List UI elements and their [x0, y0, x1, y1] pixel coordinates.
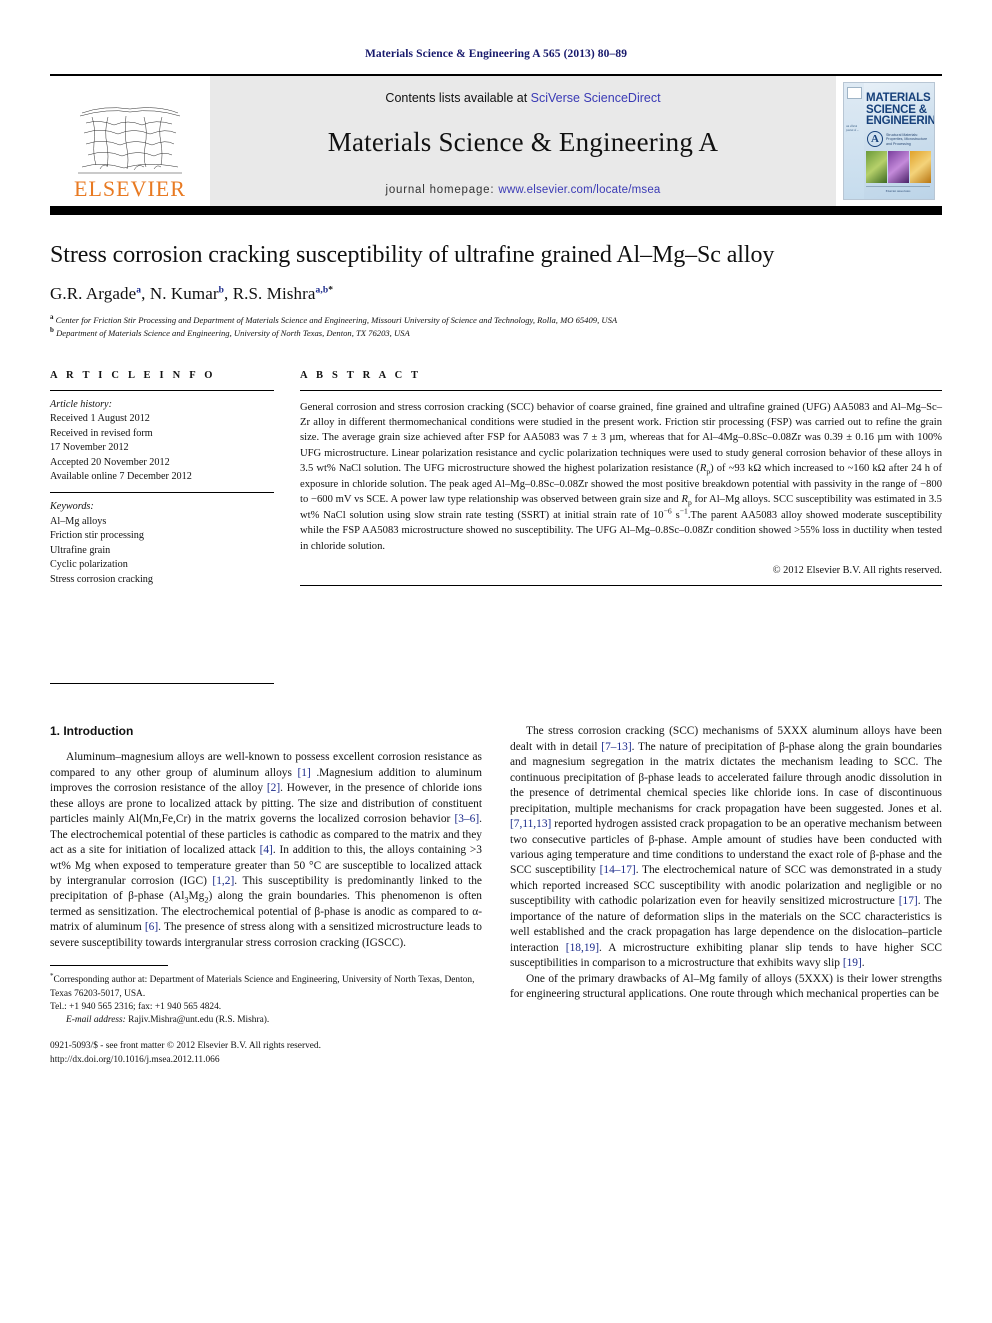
masthead-bottom-bar — [50, 208, 942, 215]
imprint-doi[interactable]: http://dx.doi.org/10.1016/j.msea.2012.11… — [50, 1054, 480, 1068]
info-abstract-row: A R T I C L E I N F O Article history: R… — [50, 370, 942, 685]
elsevier-wordmark: ELSEVIER — [74, 176, 186, 201]
body-left-column: 1. Introduction Aluminum–magnesium alloy… — [50, 724, 482, 1067]
abstract-rule — [300, 389, 942, 391]
sciencedirect-link[interactable]: SciVerse ScienceDirect — [531, 91, 661, 105]
footnote-line1: Corresponding author at: Department of M… — [50, 975, 475, 999]
article-info-rule — [50, 389, 274, 391]
article-info-bottom-rule — [50, 683, 274, 685]
journal-homepage-line: journal homepage: www.elsevier.com/locat… — [385, 184, 660, 196]
keywords-block: Keywords: Al–Mg alloys Friction stir pro… — [50, 500, 274, 587]
history-item: Received 1 August 2012 — [50, 413, 150, 425]
intro-paragraph: One of the primary drawbacks of Al–Mg fa… — [510, 972, 942, 1001]
author-affil-mark: a — [136, 285, 142, 296]
author-affil-mark: a,b — [315, 285, 329, 296]
homepage-prefix: journal homepage: — [385, 183, 499, 196]
affiliations: a Center for Friction Stir Processing an… — [50, 312, 942, 340]
affiliation-mark: b — [50, 325, 54, 334]
keyword-item: Friction stir processing — [50, 530, 144, 542]
corresponding-author-footnote: *Corresponding author at: Department of … — [50, 972, 480, 1027]
abstract-column: A B S T R A C T General corrosion and st… — [300, 370, 942, 685]
cover-series-badge: A — [867, 131, 883, 147]
article-history: Article history: Received 1 August 2012 … — [50, 398, 274, 485]
keywords-rule — [50, 492, 274, 494]
journal-title: Materials Science & Engineering A — [327, 126, 719, 157]
cover-title-line3: ENGINEERING — [866, 115, 935, 128]
cover-publisher-icon — [847, 87, 862, 99]
article-history-label: Article history: — [50, 398, 112, 410]
running-head: Materials Science & Engineering A 565 (2… — [364, 48, 628, 60]
title-block: Stress corrosion cracking susceptibility… — [50, 241, 942, 340]
cover-micrograph-gold — [910, 151, 931, 183]
affiliation-a: a Center for Friction Stir Processing an… — [50, 312, 942, 327]
history-item: 17 November 2012 — [50, 442, 129, 454]
keyword-item: Al–Mg alloys — [50, 515, 107, 527]
abstract-copyright: © 2012 Elsevier B.V. All rights reserved… — [772, 565, 942, 577]
cover-subtitle: Structural Materials: Properties, Micros… — [886, 133, 928, 146]
footnote-rule — [50, 965, 168, 972]
keyword-item: Ultrafine grain — [50, 544, 111, 556]
author-name: G.R. Argade — [50, 283, 137, 303]
email-value[interactable]: Rajiv.Mishra@unt.edu (R.S. Mishra). — [128, 1015, 269, 1025]
affiliation-b: b Department of Materials Science and En… — [50, 325, 942, 340]
footnote-line2: Tel.: +1 940 565 2316; fax: +1 940 565 4… — [50, 1001, 222, 1012]
cover-title-line1: MATERIALS — [866, 92, 931, 104]
contents-available-line: Contents lists available at SciVerse Sci… — [385, 91, 660, 105]
footnote-email-row: E-mail address: Rajiv.Mishra@unt.edu (R.… — [50, 1014, 480, 1027]
body-right-column: The stress corrosion cracking (SCC) mech… — [510, 724, 942, 1067]
keyword-item: Stress corrosion cracking — [50, 573, 153, 585]
section-heading-introduction: 1. Introduction — [50, 724, 134, 739]
contents-prefix: Contents lists available at — [385, 90, 531, 105]
cover-footer: Elsevier Associates — [866, 186, 930, 193]
article-info-column: A R T I C L E I N F O Article history: R… — [50, 370, 274, 685]
masthead-center: Contents lists available at SciVerse Sci… — [210, 76, 836, 206]
imprint-frontmatter: 0921-5093/$ - see front matter © 2012 El… — [50, 1041, 321, 1052]
article-page: Materials Science & Engineering A 565 (2… — [0, 0, 992, 1323]
history-item: Accepted 20 November 2012 — [50, 456, 170, 468]
cover-title: MATERIALS SCIENCE & ENGINEERING — [866, 92, 935, 128]
abstract-heading: A B S T R A C T — [300, 369, 422, 381]
journal-homepage-link[interactable]: www.elsevier.com/locate/msea — [498, 184, 660, 196]
author-list: G.R. Argadea, N. Kumarb, R.S. Mishraa,b* — [50, 283, 334, 303]
keywords-label: Keywords: — [50, 501, 94, 513]
email-label: E-mail address: — [66, 1014, 126, 1025]
keyword-item: Cyclic polarization — [50, 559, 128, 571]
article-info-heading: A R T I C L E I N F O — [50, 369, 216, 381]
affiliation-text: Department of Materials Science and Engi… — [56, 327, 410, 338]
cover-micrograph-purple — [888, 151, 909, 183]
journal-masthead: ELSEVIER Contents lists available at Sci… — [50, 74, 942, 208]
corresponding-author-mark: * — [328, 285, 334, 296]
author-name: R.S. Mishra — [232, 283, 316, 303]
abstract-text: General corrosion and stress corrosion c… — [300, 401, 943, 552]
cover-left-strip — [844, 83, 864, 199]
history-item: Available online 7 December 2012 — [50, 471, 192, 482]
cover-micrographs — [866, 151, 931, 183]
page-title: Stress corrosion cracking susceptibility… — [50, 242, 775, 268]
imprint-block: 0921-5093/$ - see front matter © 2012 El… — [50, 1040, 480, 1067]
cover-sidebar-text: An official journal of ... — [846, 125, 859, 132]
elsevier-tree-icon — [78, 107, 182, 174]
author-affil-mark: b — [218, 285, 224, 296]
cover-micrograph-green — [866, 151, 887, 183]
affiliation-mark: a — [50, 312, 54, 321]
elsevier-logo: ELSEVIER — [50, 76, 210, 206]
affiliation-text: Center for Friction Stir Processing and … — [55, 314, 618, 325]
intro-paragraph: Aluminum–magnesium alloys are well-known… — [50, 751, 482, 949]
author-name: N. Kumar — [149, 283, 219, 303]
cover-art: An official journal of ... MATERIALS SCI… — [843, 82, 935, 200]
history-item: Received in revised form — [50, 427, 153, 439]
intro-paragraph: The stress corrosion cracking (SCC) mech… — [510, 725, 943, 970]
journal-cover-thumbnail: An official journal of ... MATERIALS SCI… — [836, 76, 942, 206]
abstract-bottom-rule — [300, 585, 942, 587]
body-two-columns: 1. Introduction Aluminum–magnesium alloy… — [50, 724, 942, 1067]
